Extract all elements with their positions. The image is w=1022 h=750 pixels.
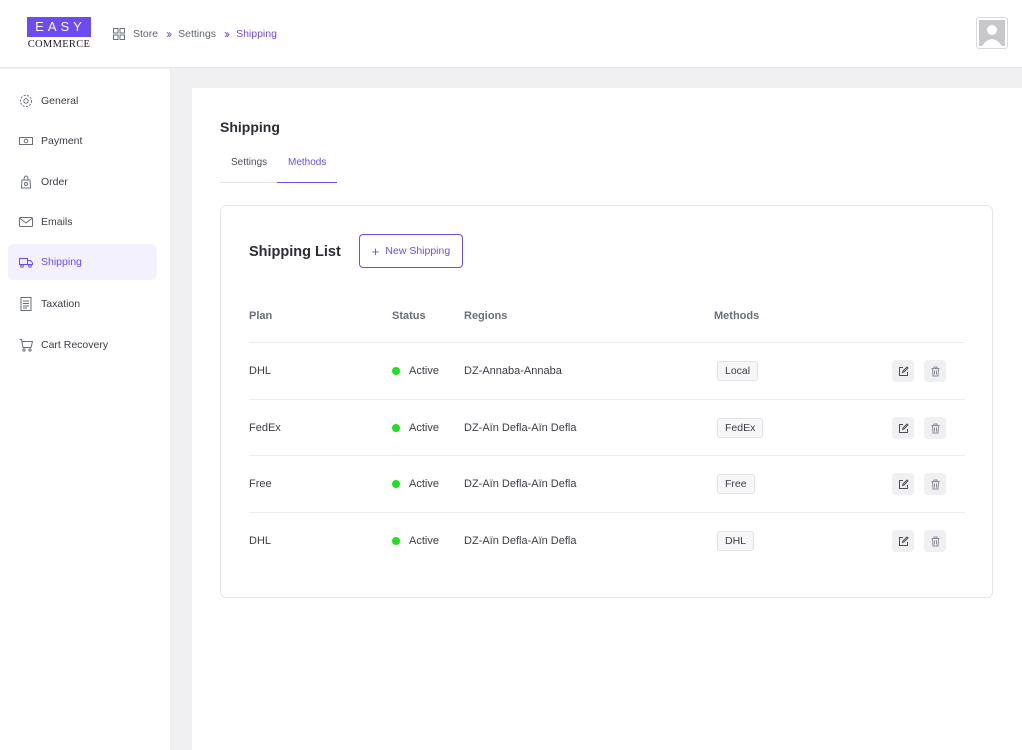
- trash-icon: [931, 479, 939, 489]
- tab-methods[interactable]: Methods: [288, 157, 326, 168]
- mail-icon: [19, 215, 33, 229]
- method-badge: Local: [717, 361, 759, 381]
- logo-top-text: EASY: [27, 17, 91, 37]
- method-badge: FedEx: [717, 418, 764, 438]
- chevron-double-right-icon: ››: [166, 27, 172, 41]
- method-cell: Free: [717, 456, 755, 512]
- method-cell: Local: [717, 343, 759, 399]
- active-tab-indicator: [277, 182, 337, 183]
- sidebar-item-label: Order: [41, 176, 68, 188]
- status-cell: Active: [392, 513, 439, 569]
- status-text: Active: [409, 535, 439, 547]
- sidebar-item-label: Emails: [41, 216, 73, 228]
- delete-button[interactable]: [924, 530, 946, 552]
- sidebar-item-label: General: [41, 95, 79, 107]
- sidebar-item-order[interactable]: Order: [8, 164, 157, 200]
- column-header-methods: Methods: [714, 310, 760, 322]
- column-header-plan: Plan: [249, 310, 273, 322]
- logo[interactable]: EASY COMMERCE: [27, 17, 91, 50]
- card-title: Shipping List: [249, 244, 341, 260]
- edit-button[interactable]: [892, 360, 914, 382]
- region-cell: DZ-Aïn Defla-Aïn Defla: [464, 535, 577, 547]
- chevron-double-right-icon: ››: [224, 27, 230, 41]
- sidebar-item-label: Shipping: [41, 256, 82, 268]
- method-cell: DHL: [717, 513, 755, 569]
- table-row: FedEx Active DZ-Aïn Defla-Aïn Defla FedE…: [249, 399, 965, 456]
- status-dot: [392, 480, 400, 488]
- main-panel: Shipping Settings Methods Shipping List …: [192, 88, 1022, 750]
- cart-icon: [19, 338, 33, 352]
- logo-bottom-text: COMMERCE: [27, 39, 91, 50]
- column-header-status: Status: [392, 310, 426, 322]
- region-cell: DZ-Aïn Defla-Aïn Defla: [464, 478, 577, 490]
- sidebar-item-taxation[interactable]: Taxation: [8, 286, 157, 322]
- delete-button[interactable]: [924, 473, 946, 495]
- trash-icon: [931, 366, 939, 376]
- sidebar-item-label: Cart Recovery: [41, 339, 109, 351]
- plan-cell: FedEx: [249, 422, 281, 434]
- bag-icon: [19, 175, 33, 189]
- sidebar-item-general[interactable]: General: [8, 83, 157, 119]
- edit-button[interactable]: [892, 417, 914, 439]
- region-cell: DZ-Annaba-Annaba: [464, 365, 562, 377]
- sidebar-item-label: Taxation: [41, 298, 81, 310]
- breadcrumb-settings[interactable]: Settings: [178, 28, 216, 40]
- new-shipping-button[interactable]: + New Shipping: [359, 234, 463, 268]
- method-cell: FedEx: [717, 400, 764, 456]
- method-badge: Free: [717, 474, 755, 494]
- table-row: DHL Active DZ-Annaba-Annaba Local: [249, 342, 965, 399]
- breadcrumb-shipping[interactable]: Shipping: [236, 28, 277, 40]
- sidebar-item-cart-recovery[interactable]: Cart Recovery: [8, 327, 157, 363]
- edit-icon: [898, 535, 909, 546]
- sidebar-item-label: Payment: [41, 135, 83, 147]
- breadcrumb: Store ›› Settings ›› Shipping: [113, 26, 277, 42]
- status-cell: Active: [392, 343, 439, 399]
- breadcrumb-store[interactable]: Store: [133, 28, 158, 40]
- status-cell: Active: [392, 400, 439, 456]
- status-dot: [392, 367, 400, 375]
- plan-cell: Free: [249, 478, 272, 490]
- method-badge: DHL: [717, 531, 755, 551]
- avatar[interactable]: [976, 17, 1008, 49]
- money-icon: [19, 134, 33, 148]
- tabs: Settings Methods: [220, 154, 337, 183]
- sidebar-item-shipping[interactable]: Shipping: [8, 244, 157, 280]
- status-dot: [392, 537, 400, 545]
- trash-icon: [931, 423, 939, 433]
- table-row: DHL Active DZ-Aïn Defla-Aïn Defla DHL: [249, 512, 965, 569]
- edit-icon: [898, 365, 909, 376]
- grid-icon: [113, 28, 125, 40]
- new-shipping-label: New Shipping: [385, 245, 451, 257]
- top-header: EASY COMMERCE Store ›› Settings ›› Shipp…: [0, 0, 1022, 68]
- gear-icon: [19, 94, 33, 108]
- receipt-icon: [19, 297, 33, 311]
- page-title: Shipping: [220, 119, 280, 135]
- sidebar-item-payment[interactable]: Payment: [8, 123, 157, 159]
- status-dot: [392, 424, 400, 432]
- trash-icon: [931, 536, 939, 546]
- status-text: Active: [409, 478, 439, 490]
- plan-cell: DHL: [249, 535, 272, 547]
- edit-button[interactable]: [892, 530, 914, 552]
- sidebar-item-emails[interactable]: Emails: [8, 204, 157, 240]
- user-icon: [979, 20, 1005, 46]
- edit-icon: [898, 478, 909, 489]
- delete-button[interactable]: [924, 417, 946, 439]
- sidebar: General Payment Order Emails Shipping Ta…: [0, 69, 171, 750]
- region-cell: DZ-Aïn Defla-Aïn Defla: [464, 422, 577, 434]
- tab-settings[interactable]: Settings: [231, 157, 267, 168]
- column-header-regions: Regions: [464, 310, 508, 322]
- edit-icon: [898, 422, 909, 433]
- status-text: Active: [409, 365, 439, 377]
- delete-button[interactable]: [924, 360, 946, 382]
- shipping-list-card: Shipping List + New Shipping Plan Status…: [220, 205, 993, 598]
- status-text: Active: [409, 422, 439, 434]
- edit-button[interactable]: [892, 473, 914, 495]
- plan-cell: DHL: [249, 365, 272, 377]
- plus-icon: +: [371, 243, 380, 259]
- table-row: Free Active DZ-Aïn Defla-Aïn Defla Free: [249, 455, 965, 512]
- truck-icon: [19, 255, 33, 269]
- status-cell: Active: [392, 456, 439, 512]
